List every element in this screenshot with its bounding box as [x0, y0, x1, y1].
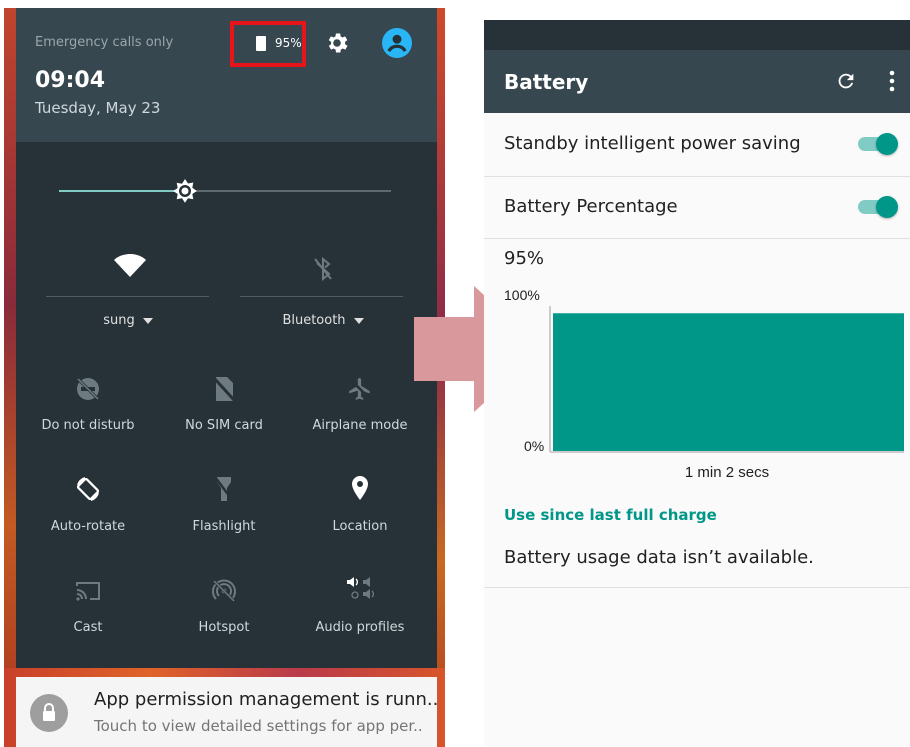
emergency-calls-text: Emergency calls only — [35, 35, 174, 50]
row-divider — [484, 587, 910, 588]
section-header: Use since last full charge — [504, 506, 717, 524]
x-axis-label: 1 min 2 secs — [685, 464, 769, 481]
toolbar: Battery — [484, 50, 910, 113]
notification-title: App permission management is runn.. — [94, 689, 439, 710]
tile-do-not-disturb[interactable]: Do not disturb — [18, 368, 158, 438]
clock-date: Tuesday, May 23 — [35, 99, 161, 117]
no-sim-icon — [213, 376, 235, 402]
toggle-knob — [876, 196, 898, 218]
tile-label: Airplane mode — [312, 418, 408, 433]
bluetooth-label: Bluetooth — [282, 313, 346, 328]
brightness-slider[interactable] — [59, 190, 391, 192]
hotspot-icon — [212, 579, 236, 603]
notification-header: Emergency calls only 09:04 Tuesday, May … — [16, 8, 437, 142]
refresh-icon[interactable] — [835, 70, 857, 92]
cast-icon — [76, 582, 100, 601]
battery-percent: 95% — [275, 36, 302, 50]
wifi-network-label: sung — [103, 313, 135, 328]
tile-audio-profiles[interactable]: Audio profiles — [290, 570, 430, 640]
tile-no-sim[interactable]: No SIM card — [154, 368, 294, 438]
usage-unavailable-text: Battery usage data isn’t available. — [504, 547, 814, 568]
notification-card[interactable]: App permission management is runn.. Touc… — [16, 677, 439, 747]
tile-hotspot[interactable]: Hotspot — [154, 570, 294, 640]
bluetooth-dropdown[interactable]: Bluetooth — [253, 313, 393, 328]
bluetooth-off-icon[interactable] — [312, 256, 334, 282]
wifi-network-dropdown[interactable]: sung — [58, 313, 198, 328]
airplane-icon — [348, 377, 372, 401]
battery-level-area — [553, 313, 904, 451]
wallpaper-edge — [4, 8, 16, 747]
y-axis-top-label: 100% — [504, 287, 540, 303]
tile-divider — [46, 296, 209, 297]
battery-icon — [256, 36, 266, 51]
tile-cast[interactable]: Cast — [18, 570, 158, 640]
battery-history-chart: 100% 0% 1 min 2 secs — [504, 287, 904, 481]
account-icon[interactable] — [382, 28, 412, 58]
clock-time: 09:04 — [35, 68, 106, 93]
quick-settings-screen: Emergency calls only 09:04 Tuesday, May … — [4, 8, 445, 747]
tile-divider — [240, 296, 403, 297]
tile-flashlight[interactable]: Flashlight — [154, 469, 294, 539]
brightness-icon[interactable] — [171, 177, 199, 205]
pref-battery-percentage[interactable]: Battery Percentage — [484, 176, 910, 238]
gear-icon[interactable] — [324, 30, 350, 56]
do-not-disturb-icon — [76, 377, 100, 401]
auto-rotate-icon — [76, 477, 100, 501]
tile-label: Flashlight — [192, 519, 256, 534]
tile-label: Audio profiles — [315, 620, 405, 635]
tile-label: Do not disturb — [41, 418, 135, 433]
lock-icon — [30, 694, 68, 732]
quick-settings-panel: sung Bluetooth Do not disturb No SIM car… — [16, 142, 437, 668]
pref-standby-power-saving[interactable]: Standby intelligent power saving — [484, 113, 910, 176]
notification-body: Touch to view detailed settings for app … — [94, 717, 423, 735]
tile-location[interactable]: Location — [290, 469, 430, 539]
brightness-slider-fill — [59, 190, 186, 192]
tile-label: Auto-rotate — [50, 519, 126, 534]
tile-label: Hotspot — [198, 620, 250, 635]
toggle-knob — [876, 133, 898, 155]
pref-label: Battery Percentage — [504, 196, 678, 217]
battery-level: 95% — [504, 248, 545, 269]
chevron-down-icon — [142, 317, 153, 324]
tile-auto-rotate[interactable]: Auto-rotate — [18, 469, 158, 539]
flashlight-icon — [214, 476, 234, 502]
chevron-down-icon — [353, 317, 364, 324]
row-divider — [484, 238, 910, 239]
pref-label: Standby intelligent power saving — [504, 133, 801, 154]
tile-label: Location — [332, 519, 388, 534]
status-bar — [484, 20, 910, 50]
page-title: Battery — [504, 70, 589, 94]
wifi-icon[interactable] — [113, 253, 147, 279]
location-icon — [352, 476, 368, 500]
tile-label: Cast — [73, 620, 103, 635]
tile-airplane-mode[interactable]: Airplane mode — [290, 368, 430, 438]
y-axis-bottom-label: 0% — [524, 438, 544, 454]
more-options-icon[interactable] — [888, 70, 896, 92]
battery-settings-screen: Battery Standby intelligent power saving… — [484, 20, 910, 747]
audio-profiles-icon — [347, 577, 374, 599]
tile-label: No SIM card — [185, 418, 263, 433]
